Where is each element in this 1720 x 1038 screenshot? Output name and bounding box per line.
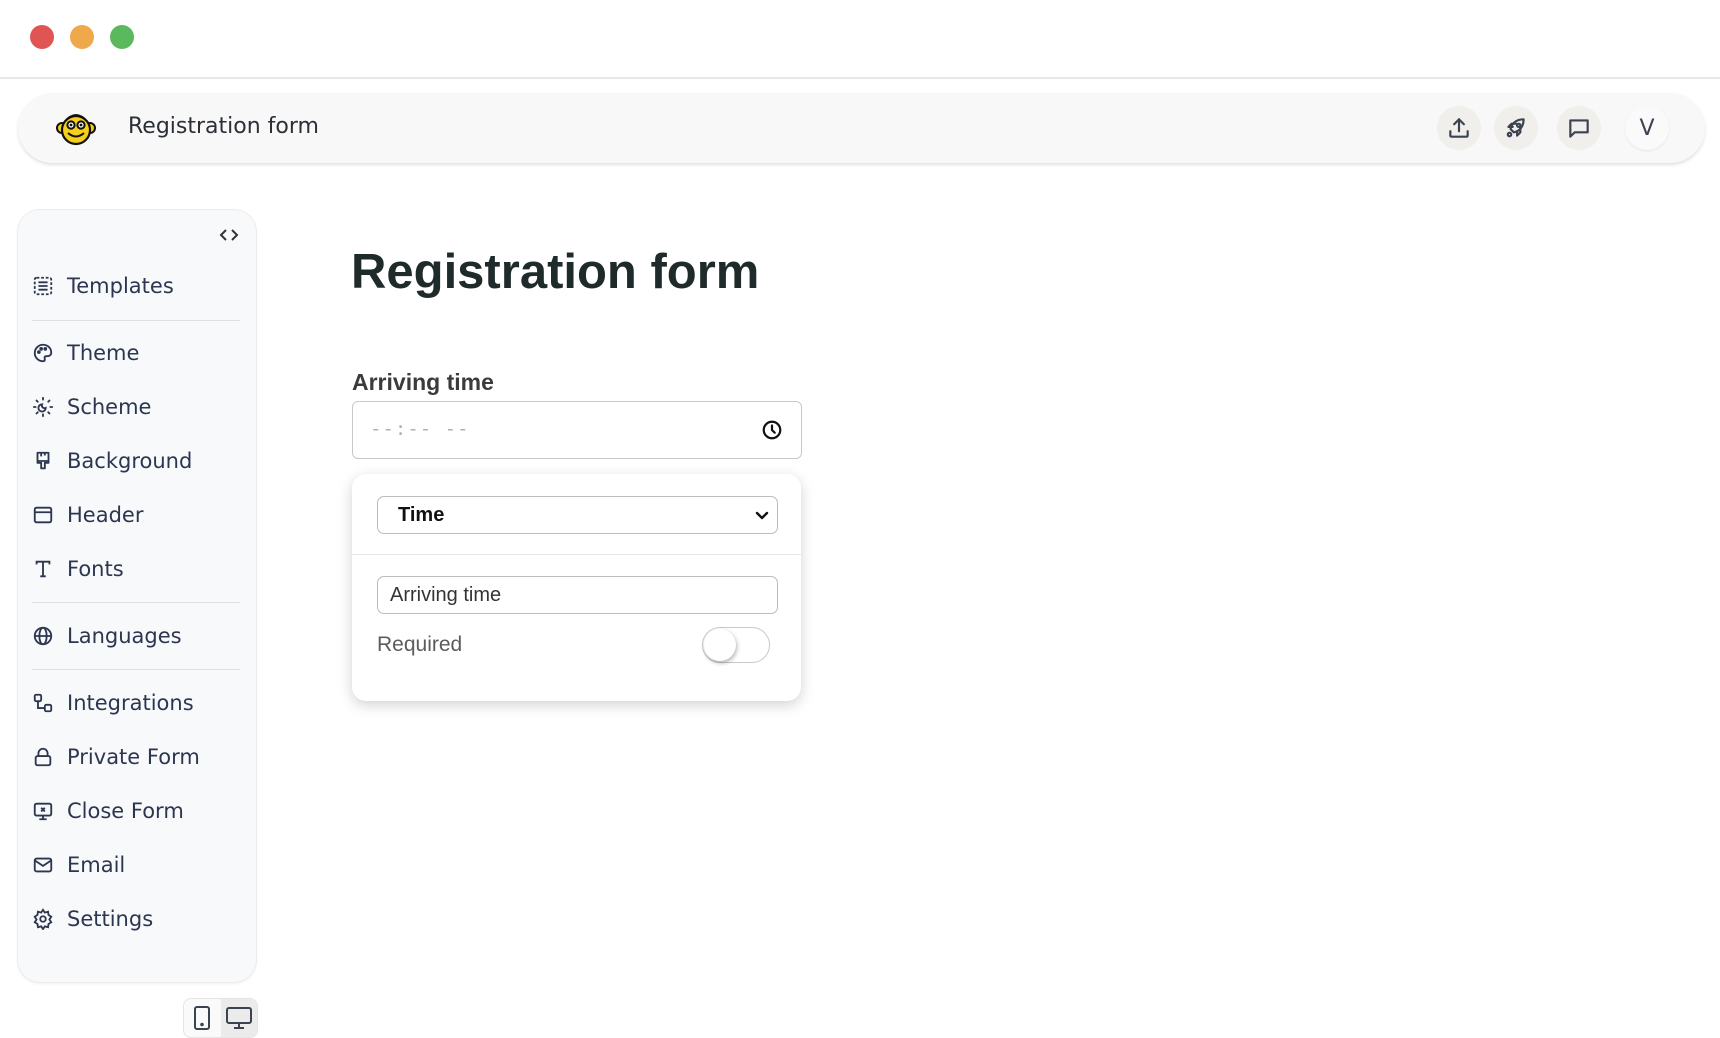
sidebar-item-label: Header xyxy=(67,503,144,527)
desktop-view-button[interactable] xyxy=(220,999,257,1037)
sidebar-item-label: Email xyxy=(67,853,126,877)
window-minimize-button[interactable] xyxy=(70,25,94,49)
window-titlebar xyxy=(0,0,1720,79)
sidebar-item-languages[interactable]: Languages xyxy=(30,616,240,656)
sidebar: Templates Theme Scheme Background Header… xyxy=(18,210,256,982)
monkey-logo-icon[interactable] xyxy=(55,107,97,149)
type-icon xyxy=(35,560,51,578)
desktop-icon xyxy=(225,1007,252,1029)
publish-button[interactable] xyxy=(1437,106,1481,150)
rocket-icon xyxy=(1506,118,1525,138)
sidebar-item-label: Scheme xyxy=(67,395,152,419)
form-title[interactable]: Registration form xyxy=(351,244,759,300)
sidebar-item-close-form[interactable]: Close Form xyxy=(30,791,240,831)
sidebar-item-fonts[interactable]: Fonts xyxy=(30,549,240,589)
sidebar-item-email[interactable]: Email xyxy=(30,845,240,885)
sidebar-item-theme[interactable]: Theme xyxy=(30,333,240,373)
field-editor-popup: Time Arriving time Required xyxy=(352,474,801,701)
field-label-value: Arriving time xyxy=(390,584,502,606)
lock-icon xyxy=(34,747,52,767)
sun-moon-icon xyxy=(32,396,54,418)
required-toggle[interactable] xyxy=(702,627,770,663)
sidebar-item-header[interactable]: Header xyxy=(30,495,240,535)
window-maximize-button[interactable] xyxy=(110,25,134,49)
mobile-view-button[interactable] xyxy=(184,999,221,1037)
device-toggle xyxy=(183,998,258,1038)
feedback-button[interactable] xyxy=(1557,106,1601,150)
gear-icon xyxy=(33,908,53,930)
toggle-knob xyxy=(704,629,736,661)
sidebar-item-private-form[interactable]: Private Form xyxy=(30,737,240,777)
sidebar-item-label: Close Form xyxy=(67,799,184,823)
sidebar-divider xyxy=(32,320,240,321)
sidebar-item-label: Background xyxy=(67,449,193,473)
required-label: Required xyxy=(377,633,463,656)
arriving-time-input[interactable]: --:-- -- xyxy=(352,401,802,459)
sidebar-item-background[interactable]: Background xyxy=(30,441,240,481)
upload-icon xyxy=(1449,118,1469,138)
sidebar-item-label: Settings xyxy=(67,907,154,931)
user-avatar[interactable]: V xyxy=(1625,106,1669,150)
code-brackets-icon xyxy=(219,229,239,241)
monitor-x-icon xyxy=(33,802,53,821)
chevron-down-icon xyxy=(755,511,769,520)
window-close-button[interactable] xyxy=(30,25,54,49)
top-bar: Registration form V xyxy=(18,93,1705,163)
sidebar-item-settings[interactable]: Settings xyxy=(30,899,240,939)
mobile-icon xyxy=(194,1006,211,1030)
sidebar-item-integrations[interactable]: Integrations xyxy=(30,683,240,723)
field-label[interactable]: Arriving time xyxy=(352,369,494,396)
comment-icon xyxy=(1569,119,1589,138)
field-type-select[interactable]: Time xyxy=(377,496,778,534)
sidebar-item-templates[interactable]: Templates xyxy=(30,266,240,306)
launch-button[interactable] xyxy=(1494,106,1538,150)
paintbrush-icon xyxy=(36,451,50,470)
header-layout-icon xyxy=(33,506,53,524)
clock-icon[interactable] xyxy=(761,419,783,441)
sidebar-item-scheme[interactable]: Scheme xyxy=(30,387,240,427)
sidebar-item-label: Languages xyxy=(67,624,182,648)
collapse-sidebar-button[interactable] xyxy=(217,225,241,245)
field-label-input[interactable]: Arriving time xyxy=(377,576,778,614)
popup-divider xyxy=(352,554,801,555)
integrations-icon xyxy=(33,693,53,713)
mail-icon xyxy=(33,857,53,873)
sidebar-divider xyxy=(32,602,240,603)
sidebar-item-label: Templates xyxy=(67,274,174,298)
sidebar-item-label: Integrations xyxy=(67,691,194,715)
field-type-value: Time xyxy=(398,504,445,526)
globe-icon xyxy=(33,626,53,646)
sidebar-item-label: Private Form xyxy=(67,745,200,769)
templates-icon xyxy=(33,276,53,296)
app-title: Registration form xyxy=(128,114,319,139)
sidebar-item-label: Theme xyxy=(67,341,140,365)
time-placeholder: --:-- -- xyxy=(370,418,470,440)
palette-icon xyxy=(33,343,53,363)
sidebar-item-label: Fonts xyxy=(67,557,124,581)
sidebar-divider xyxy=(32,669,240,670)
